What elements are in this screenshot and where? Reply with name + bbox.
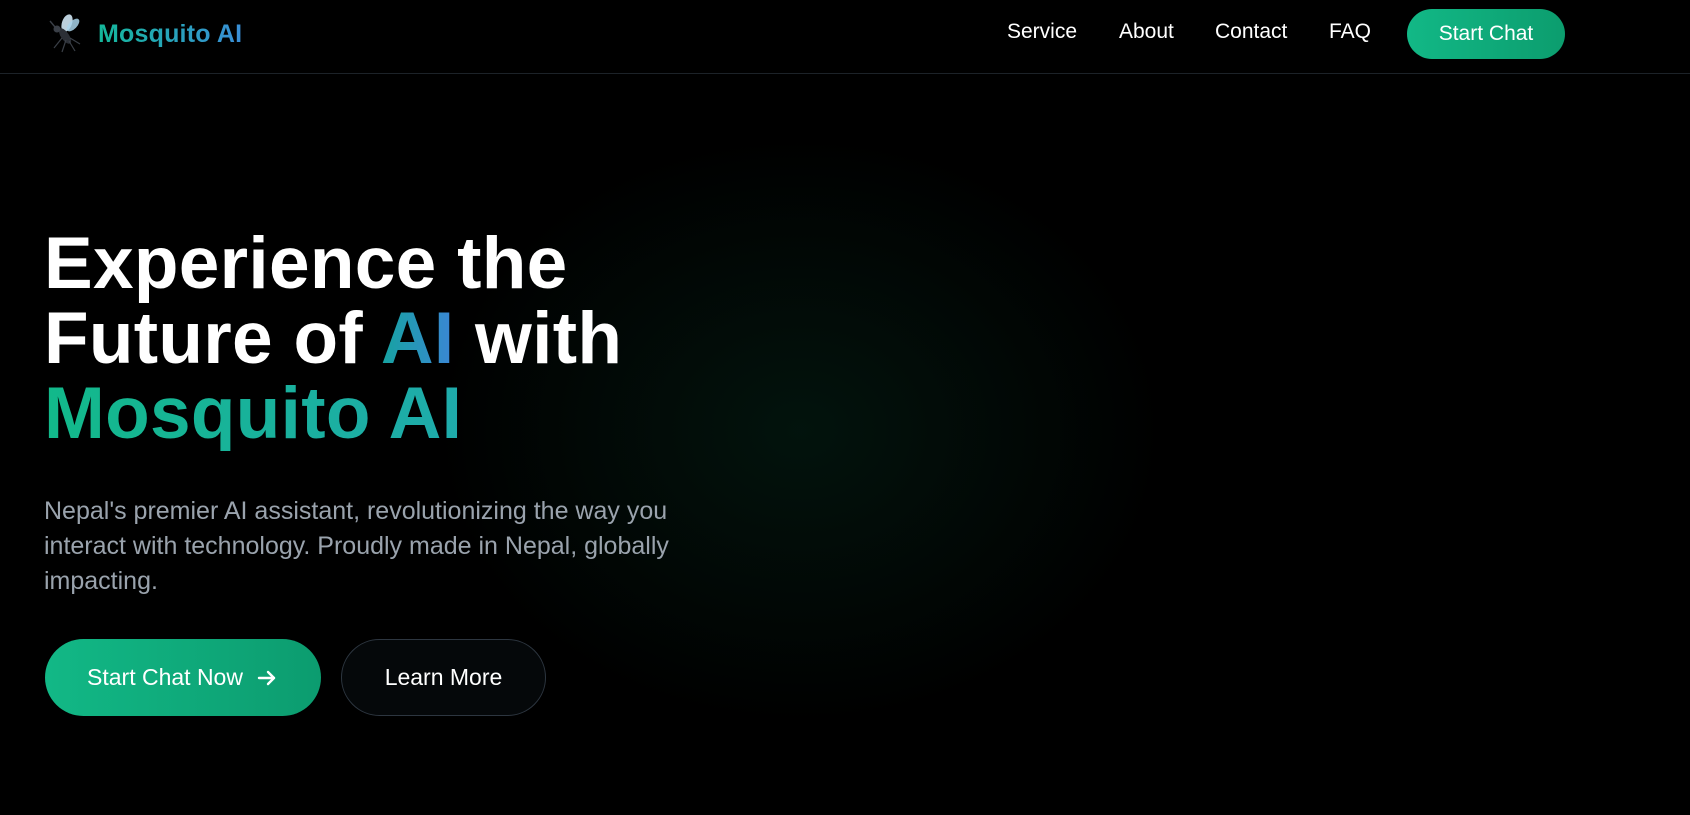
start-chat-now-label: Start Chat Now	[87, 664, 243, 690]
nav-link-service[interactable]: Service	[1007, 20, 1077, 44]
hero-subtitle: Nepal's premier AI assistant, revolution…	[44, 497, 669, 595]
nav-link-contact[interactable]: Contact	[1215, 20, 1287, 44]
hero-title-line-1: Experience the	[44, 223, 568, 304]
nav-link-about[interactable]: About	[1119, 20, 1174, 44]
start-chat-now-button[interactable]: Start Chat Now	[45, 639, 321, 716]
hero-title-line-2-suffix: with	[454, 298, 623, 379]
navbar: Mosquito AI Service About Contact FAQ St…	[0, 0, 1690, 74]
arrow-right-icon	[255, 666, 279, 690]
page: Mosquito AI Service About Contact FAQ St…	[0, 0, 1690, 815]
learn-more-button[interactable]: Learn More	[341, 639, 546, 716]
hero-title-brand: Mosquito AI	[44, 376, 824, 451]
brand-name: Mosquito AI	[98, 19, 243, 48]
brand-logo-link[interactable]: Mosquito AI	[48, 12, 242, 56]
mosquito-icon	[48, 14, 84, 54]
nav-link-faq[interactable]: FAQ	[1329, 20, 1371, 44]
start-chat-button[interactable]: Start Chat	[1407, 9, 1565, 59]
hero-title-line-2-prefix: Future of	[44, 298, 381, 379]
hero-title: Experience the Future of AI with Mosquit…	[44, 226, 824, 451]
hero-title-line-2: Future of AI with	[44, 301, 824, 376]
hero-title-ai-highlight: AI	[380, 298, 455, 379]
